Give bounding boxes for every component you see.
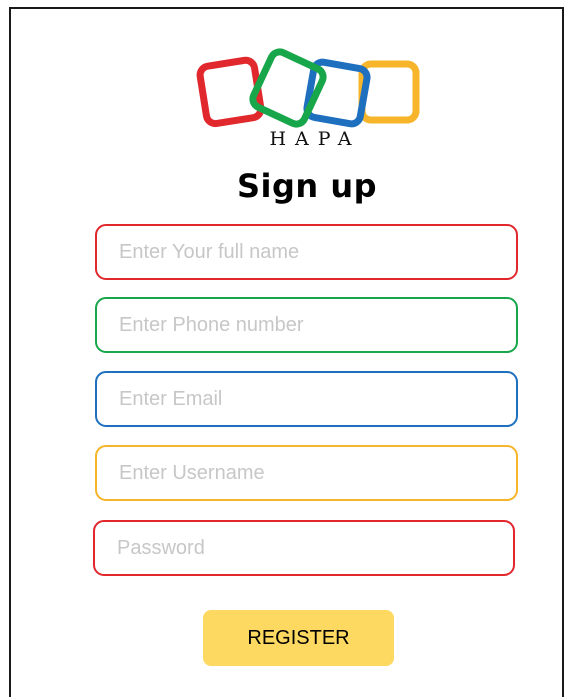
logo-yellow-square xyxy=(358,60,420,124)
username-input[interactable] xyxy=(95,445,518,501)
register-button[interactable]: REGISTER xyxy=(203,610,394,666)
email-input[interactable] xyxy=(95,371,518,427)
phone-input[interactable] xyxy=(95,297,518,353)
password-input[interactable] xyxy=(93,520,515,576)
page-title: Sign up xyxy=(236,167,378,205)
brand-name: HAPA xyxy=(269,128,361,150)
full-name-input[interactable] xyxy=(95,224,518,280)
brand-logo-icon xyxy=(196,48,420,128)
